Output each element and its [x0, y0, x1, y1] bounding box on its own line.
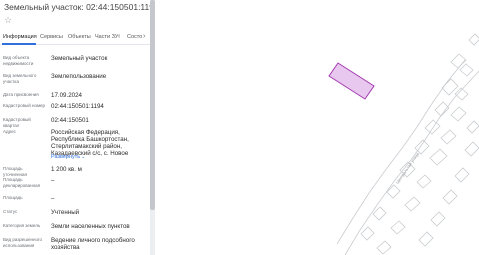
expand-link-label[interactable]: Развернуть [51, 154, 80, 160]
street-label: Центральная улица [395, 151, 421, 185]
row-value: 02:44:150501 [51, 117, 89, 124]
tab-parts[interactable]: Части ЗУ [95, 34, 118, 40]
chevron-down-icon: ⌄ [81, 154, 86, 160]
row-value: Земельный участок [51, 55, 108, 62]
chevron-left-icon[interactable]: ‹ [118, 33, 120, 40]
tab-services[interactable]: Сервисы [40, 34, 63, 40]
tab-objects[interactable]: Объекты [68, 34, 91, 40]
row-label: Вид земельного участка [3, 73, 37, 84]
row-value: Землепользование [51, 73, 107, 80]
tab-status[interactable]: Состо [127, 34, 142, 40]
star-outline-icon[interactable]: ☆ [4, 15, 12, 26]
row-value: – [51, 177, 55, 184]
row-value: Ведение личного подсобного хозяйства [51, 237, 135, 251]
expand-link[interactable]: Развернуть⌄ [51, 154, 85, 160]
row-label: Кадастровый номер [3, 103, 46, 108]
row-value: 02:44:150501:1194 [51, 103, 104, 110]
row-label: Дата присвоения [3, 92, 39, 97]
status-value: Учтенный [51, 209, 80, 216]
row-label: Площадь декларированная [3, 177, 41, 188]
tab-bar: Информация Сервисы Объекты Части ЗУ ‹ Со… [0, 32, 150, 45]
row-label: Статус [3, 209, 18, 214]
row-value: 1 200 кв. м [51, 166, 82, 173]
row-label: Площадь [3, 195, 23, 200]
row-value: – [51, 195, 55, 202]
row-value: Земли населенных пунктов [51, 223, 130, 230]
map-canvas[interactable]: Центральная улица [155, 0, 479, 255]
parcel-contours [336, 33, 479, 255]
row-label: Категория земель [3, 223, 41, 228]
active-tab-indicator [2, 43, 36, 45]
row-value: 17.09.2024 [51, 92, 82, 99]
chevron-right-icon[interactable]: › [143, 33, 145, 40]
panel-title: Земельный участок: 02:44:150501:1194 [4, 2, 150, 12]
selected-parcel[interactable] [328, 62, 375, 100]
address-value: Российская Федерация, Республика Башкорт… [51, 129, 129, 157]
info-panel: Земельный участок: 02:44:150501:1194 ☆ И… [0, 0, 150, 255]
row-label: Вид разрешенного использования [3, 237, 43, 248]
tab-info[interactable]: Информация [3, 34, 37, 40]
row-label: Кадастровый квартал [3, 117, 31, 128]
row-label: Адрес [3, 129, 16, 134]
map-layer: Центральная улица [328, 33, 479, 255]
row-label: Вид объекта недвижимости [3, 55, 34, 66]
